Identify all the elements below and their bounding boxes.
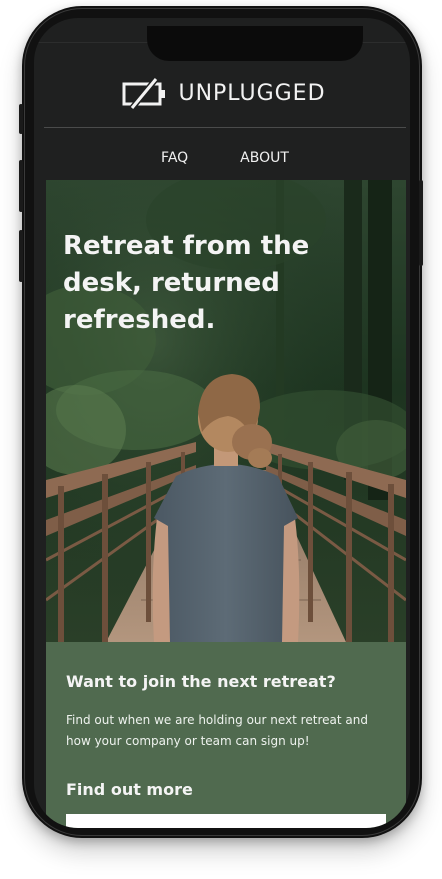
- cta-heading: Want to join the next retreat?: [66, 672, 336, 691]
- nav-item-about[interactable]: ABOUT: [240, 150, 289, 166]
- phone-screen: UNPLUGGED FAQ ABOUT Retreat from the des…: [34, 18, 410, 828]
- volume-up-button: [19, 160, 23, 212]
- mute-switch: [19, 104, 23, 134]
- power-button: [419, 180, 423, 266]
- page: UNPLUGGED FAQ ABOUT Retreat from the des…: [0, 0, 442, 879]
- phone-notch: [147, 26, 363, 61]
- volume-down-button: [19, 230, 23, 282]
- hero-section: Retreat from the desk, returned refreshe…: [46, 180, 406, 642]
- header-divider: [44, 127, 406, 128]
- hero-title: Retreat from the desk, returned refreshe…: [63, 231, 310, 335]
- find-out-more-link[interactable]: Find out more: [66, 780, 193, 799]
- cta-description: Find out when we are holding our next re…: [66, 713, 368, 748]
- join-retreat-panel: Want to join the next retreat? Find out …: [46, 642, 406, 828]
- signup-input-field[interactable]: [66, 814, 386, 828]
- crossed-out-battery-icon: [122, 77, 166, 109]
- brand-name[interactable]: UNPLUGGED: [178, 81, 325, 106]
- site-header: UNPLUGGED: [44, 58, 404, 128]
- nav-item-faq[interactable]: FAQ: [161, 150, 188, 166]
- main-nav: FAQ ABOUT: [44, 138, 406, 178]
